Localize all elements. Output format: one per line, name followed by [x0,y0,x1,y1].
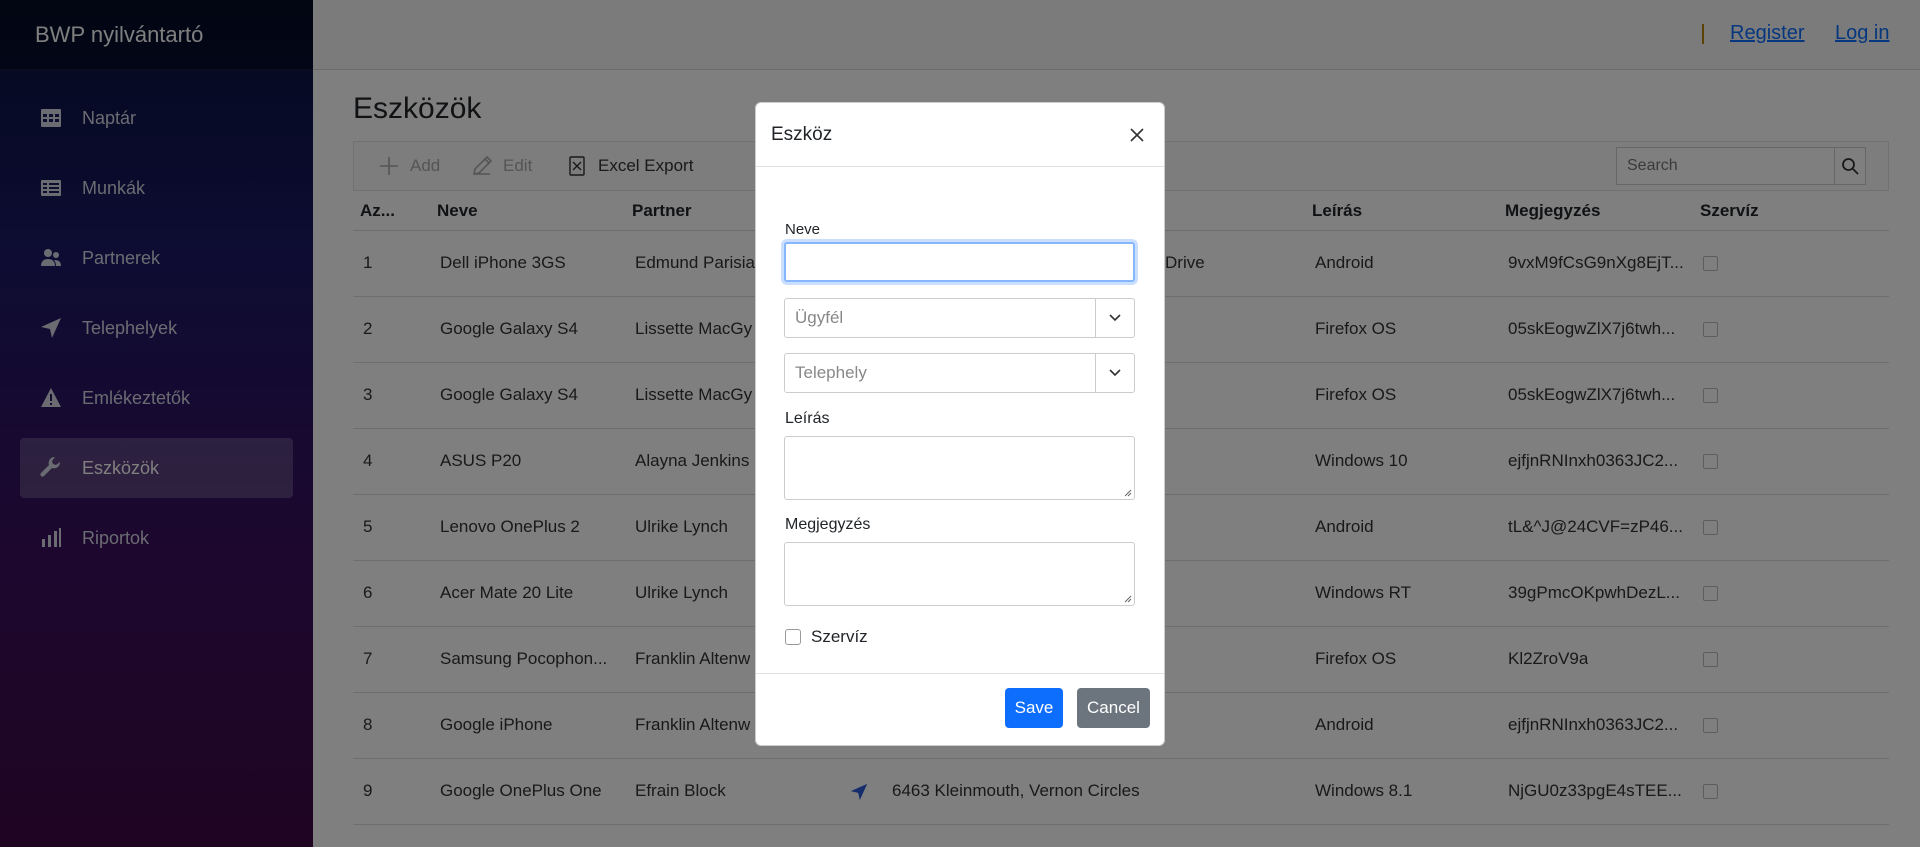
site-dropdown-button[interactable] [1095,354,1134,392]
service-checkbox-row[interactable]: Szervíz [785,627,868,647]
dialog-body: Neve Ügyfél Telephely Leírás Megjegyzés … [756,167,1164,677]
name-label: Neve [785,221,821,238]
service-checkbox[interactable] [785,629,801,645]
chevron-down-icon [1109,314,1121,322]
note-label: Megjegyzés [785,516,871,533]
site-select-placeholder: Telephely [795,363,867,382]
chevron-down-icon [1109,369,1121,377]
device-dialog: Eszköz Neve Ügyfél Telephely Leírás Megj… [755,102,1165,746]
dialog-title: Eszköz [771,123,833,145]
dialog-footer: Save Cancel [756,673,1164,745]
name-input[interactable] [784,242,1135,282]
site-select[interactable]: Telephely [784,353,1135,393]
description-textarea[interactable] [784,436,1135,500]
save-button[interactable]: Save [1005,688,1063,728]
client-select[interactable]: Ügyfél [784,298,1135,338]
client-dropdown-button[interactable] [1095,299,1134,337]
note-textarea[interactable] [784,542,1135,606]
cancel-button[interactable]: Cancel [1077,688,1150,728]
resize-grip-icon[interactable] [1122,593,1132,603]
service-checkbox-label: Szervíz [811,627,868,646]
resize-grip-icon[interactable] [1122,487,1132,497]
close-icon [1130,127,1144,142]
dialog-header: Eszköz [756,103,1164,167]
close-button[interactable] [1125,123,1149,147]
client-select-placeholder: Ügyfél [795,308,844,327]
description-label: Leírás [785,410,830,427]
